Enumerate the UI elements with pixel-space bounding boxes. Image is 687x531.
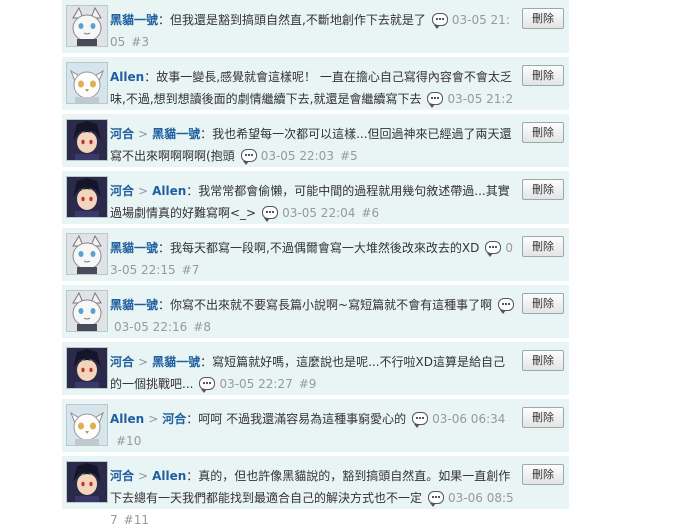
avatar-dark-hair[interactable]	[66, 347, 108, 389]
comment-item: 黑貓一號：你寫不出來就不要寫長篇小說啊~寫短篇就不會有這種事了啊 03-05 22…	[62, 285, 569, 338]
delete-button[interactable]: 刪除	[522, 464, 564, 485]
reply-icon[interactable]	[485, 241, 502, 257]
comment-body: 黑貓一號：我每天都寫一段啊,不過偶爾會寫一大堆然後改來改去的XD 03-05 22…	[110, 237, 517, 281]
comment-number[interactable]: #9	[299, 377, 317, 391]
avatar-white-owl[interactable]	[66, 404, 108, 446]
reply-to-name[interactable]: 河合	[162, 412, 186, 426]
comment-number[interactable]: #6	[361, 206, 379, 220]
reply-arrow-icon: >	[138, 469, 149, 483]
timestamp: 03-06 06:34	[432, 412, 506, 426]
comment-number[interactable]: #3	[131, 35, 149, 49]
colon: ：	[186, 469, 199, 483]
comment-body: 河合 > Allen：真的，但也許像黑貓說的，豁到搞頭自然直。如果一直創作下去總有一…	[110, 465, 517, 531]
comment-item: Allen > 河合：呵呵 不過我還滿容易為這種事窮愛心的 03-06 06:34 #1…	[62, 399, 569, 452]
avatar-white-cat[interactable]	[66, 233, 108, 275]
comment-number[interactable]: #5	[340, 149, 358, 163]
colon: ：	[200, 355, 213, 369]
timestamp: 03-05 22:04	[282, 206, 356, 220]
avatar-white-cat[interactable]	[66, 290, 108, 332]
author-name[interactable]: Allen	[110, 412, 144, 426]
comment-list: 黑貓一號：但我還是豁到搞頭自然直,不斷地創作下去就是了 03-05 21:05 #3…	[62, 0, 569, 527]
reply-to-name[interactable]: 黑貓一號	[152, 355, 200, 369]
avatar-white-cat[interactable]	[66, 5, 108, 47]
reply-to-name[interactable]: Allen	[152, 469, 186, 483]
comment-body: Allen > 河合：呵呵 不過我還滿容易為這種事窮愛心的 03-06 06:34 #1…	[110, 408, 517, 452]
comment-number[interactable]: #11	[124, 513, 149, 527]
colon: ：	[158, 298, 171, 312]
avatar-dark-hair[interactable]	[66, 119, 108, 161]
delete-button[interactable]: 刪除	[522, 65, 564, 86]
colon: ：	[158, 13, 171, 27]
comment-number[interactable]: #8	[193, 320, 211, 334]
avatar-white-owl[interactable]	[66, 62, 108, 104]
reply-to-name[interactable]: Allen	[152, 184, 186, 198]
comment-text: 我每天都寫一段啊,不過偶爾會寫一大堆然後改來改去的XD	[170, 241, 480, 255]
colon: ：	[200, 127, 213, 141]
delete-button[interactable]: 刪除	[522, 293, 564, 314]
avatar-dark-hair[interactable]	[66, 176, 108, 218]
reply-arrow-icon: >	[138, 127, 149, 141]
author-name[interactable]: 黑貓一號	[110, 298, 158, 312]
comment-item: 黑貓一號：我每天都寫一段啊,不過偶爾會寫一大堆然後改來改去的XD 03-05 22…	[62, 228, 569, 281]
comment-body: 河合 > Allen：我常常都會偷懶，可能中間的過程就用幾句敘述帶過...其實過場劇…	[110, 180, 517, 224]
avatar-dark-hair[interactable]	[66, 461, 108, 503]
author-name[interactable]: 黑貓一號	[110, 241, 158, 255]
delete-button[interactable]: 刪除	[522, 236, 564, 257]
reply-icon[interactable]	[428, 491, 445, 507]
delete-button[interactable]: 刪除	[522, 407, 564, 428]
comment-body: 河合 > 黑貓一號：寫短篇就好嗎，這麼說也是呢...不行啦XD這算是給自己的一個挑戰…	[110, 351, 517, 395]
comment-body: 黑貓一號：你寫不出來就不要寫長篇小說啊~寫短篇就不會有這種事了啊 03-05 22…	[110, 294, 517, 338]
reply-arrow-icon: >	[138, 184, 149, 198]
timestamp: 03-05 22:03	[260, 149, 334, 163]
colon: ：	[186, 184, 199, 198]
colon: ：	[144, 70, 157, 84]
reply-icon[interactable]	[240, 149, 257, 165]
reply-icon[interactable]	[498, 298, 515, 314]
reply-arrow-icon: >	[138, 355, 149, 369]
delete-button[interactable]: 刪除	[522, 179, 564, 200]
author-name[interactable]: 河合	[110, 127, 134, 141]
author-name[interactable]: 河合	[110, 469, 134, 483]
reply-to-name[interactable]: 黑貓一號	[152, 127, 200, 141]
reply-arrow-icon: >	[148, 412, 159, 426]
reply-icon[interactable]	[412, 412, 429, 428]
comment-body: 黑貓一號：但我還是豁到搞頭自然直,不斷地創作下去就是了 03-05 21:05 #3	[110, 9, 517, 53]
colon: ：	[158, 241, 171, 255]
reply-icon[interactable]	[199, 377, 216, 393]
reply-icon[interactable]	[262, 206, 279, 222]
delete-button[interactable]: 刪除	[522, 350, 564, 371]
comment-item: Allen：故事一變長,感覺就會這樣呢！ 一直在擔心自己寫得內容會不會太乏味,不…	[62, 57, 569, 128]
comment-item: 河合 > Allen：我常常都會偷懶，可能中間的過程就用幾句敘述帶過...其實過場劇…	[62, 171, 569, 224]
delete-button[interactable]: 刪除	[522, 122, 564, 143]
author-name[interactable]: 黑貓一號	[110, 13, 158, 27]
comment-item: 河合 > 黑貓一號：我也希望每一次都可以這樣...但回過神來已經過了兩天還寫不出來啊…	[62, 114, 569, 167]
comment-item: 河合 > 黑貓一號：寫短篇就好嗎，這麼說也是呢...不行啦XD這算是給自己的一個挑戰…	[62, 342, 569, 395]
delete-button[interactable]: 刪除	[522, 8, 564, 29]
timestamp: 03-05 22:27	[219, 377, 293, 391]
comment-number[interactable]: #7	[182, 263, 200, 277]
comment-body: 河合 > 黑貓一號：我也希望每一次都可以這樣...但回過神來已經過了兩天還寫不出來啊…	[110, 123, 517, 167]
comment-text: 你寫不出來就不要寫長篇小說啊~寫短篇就不會有這種事了啊	[170, 298, 493, 312]
author-name[interactable]: Allen	[110, 70, 144, 84]
comment-item: 黑貓一號：但我還是豁到搞頭自然直,不斷地創作下去就是了 03-05 21:05 #3…	[62, 0, 569, 53]
comment-text: 但我還是豁到搞頭自然直,不斷地創作下去就是了	[170, 13, 426, 27]
author-name[interactable]: 河合	[110, 355, 134, 369]
comment-item: 河合 > Allen：真的，但也許像黑貓說的，豁到搞頭自然直。如果一直創作下去總有一…	[62, 456, 569, 527]
timestamp: 03-05 22:16	[114, 320, 188, 334]
reply-icon[interactable]	[427, 92, 444, 108]
author-name[interactable]: 河合	[110, 184, 134, 198]
colon: ：	[186, 412, 199, 426]
reply-icon[interactable]	[431, 13, 448, 29]
comment-text: 呵呵 不過我還滿容易為這種事窮愛心的	[198, 412, 407, 426]
comment-number[interactable]: #10	[116, 434, 141, 448]
